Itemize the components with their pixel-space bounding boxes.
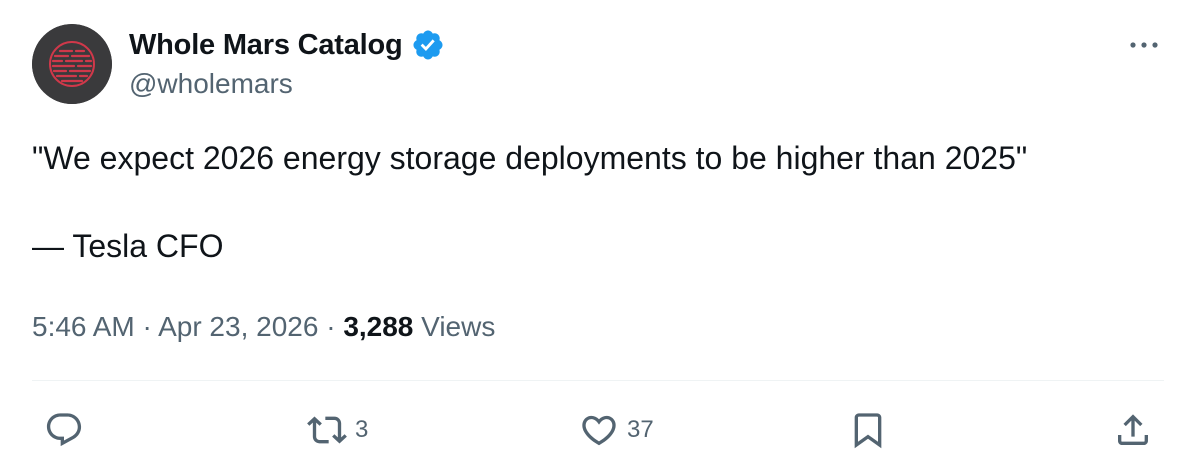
more-options-icon[interactable]	[1124, 30, 1164, 60]
author-handle[interactable]: @wholemars	[129, 67, 293, 101]
views-count[interactable]: 3,288	[343, 311, 413, 342]
tweet-time[interactable]: 5:46 AM	[32, 311, 135, 342]
tweet-text: "We expect 2026 energy storage deploymen…	[32, 140, 1028, 264]
avatar[interactable]	[32, 24, 112, 104]
retweet-count: 3	[355, 416, 369, 443]
meta-separator: ·	[134, 311, 159, 342]
share-button[interactable]	[1113, 410, 1153, 450]
meta-separator: ·	[318, 311, 344, 342]
retweet-button[interactable]: 3	[307, 410, 368, 450]
reply-button[interactable]	[44, 410, 92, 450]
mars-logo-icon	[32, 24, 112, 104]
tweet-card: Whole Mars Catalog @wholemars "We expect…	[0, 0, 1196, 476]
views-label: Views	[413, 311, 496, 342]
heart-icon	[582, 415, 616, 446]
tweet-meta: 5:46 AM · Apr 23, 2026 · 3,288 Views	[32, 309, 495, 345]
like-button[interactable]: 37	[579, 410, 654, 450]
author-display-name[interactable]: Whole Mars Catalog	[129, 27, 403, 63]
reply-icon	[46, 413, 82, 447]
tweet-date[interactable]: Apr 23, 2026	[158, 311, 318, 342]
retweet-icon	[307, 416, 347, 444]
share-icon	[1118, 414, 1148, 445]
verified-badge-icon[interactable]	[411, 28, 445, 62]
bookmark-button[interactable]	[848, 410, 888, 450]
divider	[32, 380, 1164, 381]
bookmark-icon	[854, 413, 882, 449]
like-count: 37	[627, 416, 654, 443]
author-name-row: Whole Mars Catalog	[129, 26, 445, 64]
